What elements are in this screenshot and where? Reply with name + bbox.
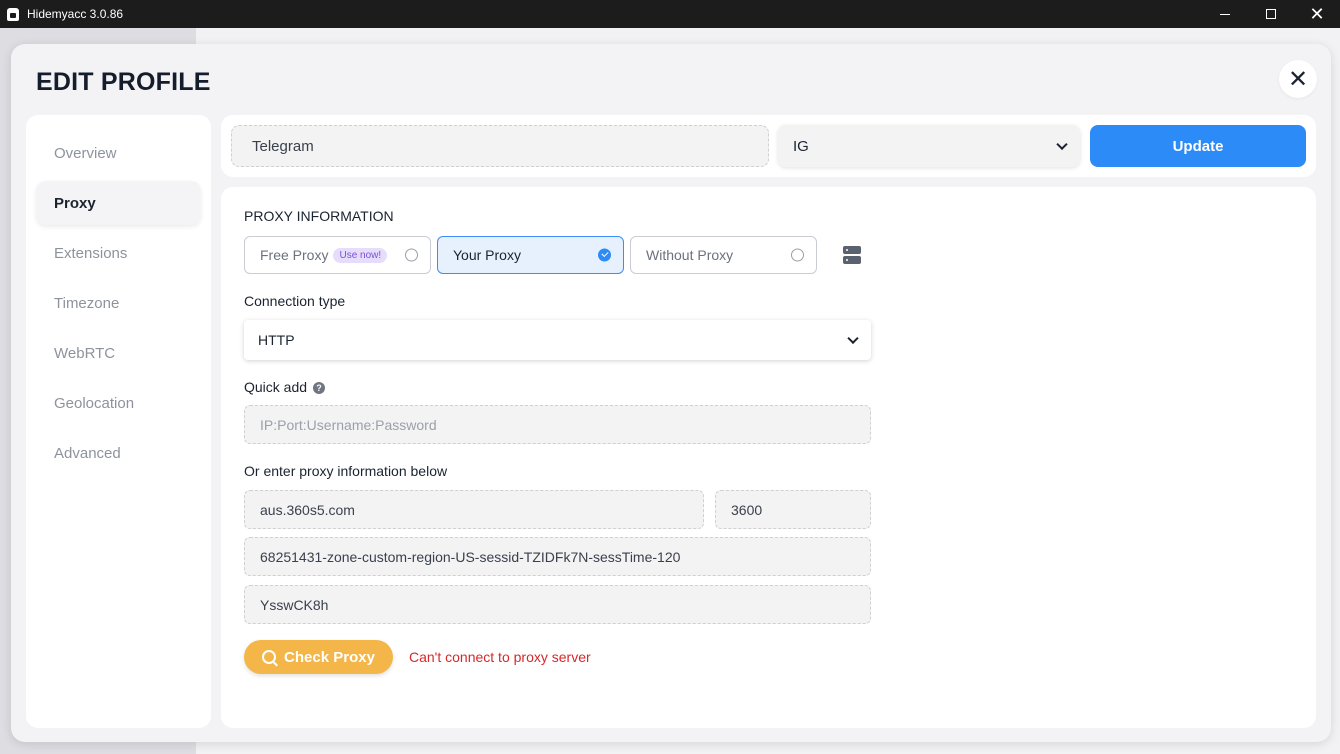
edit-profile-modal: EDIT PROFILE ✕ Overview Proxy Extensions… <box>11 44 1331 742</box>
minimize-button[interactable] <box>1202 0 1248 28</box>
window-title: Hidemyacc 3.0.86 <box>27 7 124 21</box>
sidebar-item-label: Geolocation <box>54 394 135 412</box>
free-proxy-radio[interactable] <box>405 248 418 262</box>
profile-name-input[interactable]: Telegram <box>231 125 769 167</box>
proxy-error-message: Can't connect to proxy server <box>409 649 591 665</box>
app-lock-icon <box>7 7 19 21</box>
sidebar-item-label: WebRTC <box>54 344 116 362</box>
window-close-icon: ✕ <box>1309 4 1325 24</box>
sidebar-item-webrtc[interactable]: WebRTC <box>36 331 201 375</box>
chevron-down-icon <box>1056 138 1068 151</box>
profile-sidebar: Overview Proxy Extensions Timezone WebRT… <box>26 115 211 728</box>
server-list-icon[interactable] <box>843 246 861 264</box>
connection-type-select[interactable]: HTTP <box>244 320 871 360</box>
modal-title: EDIT PROFILE <box>36 68 211 96</box>
proxy-host-input[interactable]: aus.360s5.com <box>244 490 704 529</box>
your-proxy-label: Your Proxy <box>453 247 521 263</box>
proxy-port-input[interactable]: 3600 <box>715 490 871 529</box>
group-select[interactable]: IG <box>778 125 1080 167</box>
free-proxy-label: Free Proxy <box>260 247 329 263</box>
sidebar-item-label: Timezone <box>54 294 120 312</box>
maximize-icon <box>1266 9 1276 19</box>
proxy-username-input[interactable]: 68251431-zone-custom-region-US-sessid-TZ… <box>244 537 871 576</box>
modal-close-button[interactable]: ✕ <box>1279 60 1317 98</box>
sidebar-item-label: Extensions <box>54 244 128 262</box>
proxy-panel: PROXY INFORMATION Free Proxy Use now! Yo… <box>221 187 1316 728</box>
window-titlebar: Hidemyacc 3.0.86 ✕ <box>0 0 1340 28</box>
sidebar-item-proxy[interactable]: Proxy <box>36 181 201 225</box>
update-button-label: Update <box>1172 137 1224 155</box>
quick-add-input[interactable]: IP:Port:Username:Password <box>244 405 871 444</box>
window-controls: ✕ <box>1202 0 1340 28</box>
quick-add-placeholder: IP:Port:Username:Password <box>260 416 437 433</box>
sidebar-item-extensions[interactable]: Extensions <box>36 231 201 275</box>
proxy-username-value: 68251431-zone-custom-region-US-sessid-TZ… <box>260 548 681 565</box>
sidebar-item-timezone[interactable]: Timezone <box>36 281 201 325</box>
check-proxy-button[interactable]: Check Proxy <box>244 640 393 674</box>
proxy-password-input[interactable]: YsswCK8h <box>244 585 871 624</box>
sidebar-item-geolocation[interactable]: Geolocation <box>36 381 201 425</box>
your-proxy-option[interactable]: Your Proxy <box>437 236 624 274</box>
without-proxy-label: Without Proxy <box>646 247 734 263</box>
proxy-port-value: 3600 <box>731 501 763 518</box>
window-close-button[interactable]: ✕ <box>1294 0 1340 28</box>
quick-add-text: Quick add <box>244 379 308 395</box>
connection-type-value: HTTP <box>258 332 295 348</box>
your-proxy-radio-checked[interactable] <box>598 248 611 262</box>
manual-entry-label: Or enter proxy information below <box>244 463 448 479</box>
sidebar-item-advanced[interactable]: Advanced <box>36 431 201 475</box>
sidebar-item-label: Advanced <box>54 444 121 462</box>
server-rack-top <box>843 246 861 254</box>
profile-topbar: Telegram IG Update <box>221 115 1316 177</box>
group-select-value: IG <box>793 137 809 155</box>
close-icon: ✕ <box>1287 65 1309 93</box>
sidebar-item-overview[interactable]: Overview <box>36 131 201 175</box>
proxy-section-title: PROXY INFORMATION <box>244 208 394 224</box>
quick-add-label: Quick add? <box>244 379 326 395</box>
proxy-password-value: YsswCK8h <box>260 596 329 613</box>
update-button[interactable]: Update <box>1090 125 1306 167</box>
free-proxy-option[interactable]: Free Proxy Use now! <box>244 236 431 274</box>
server-rack-bottom <box>843 256 861 264</box>
connection-type-label: Connection type <box>244 293 346 309</box>
chevron-down-icon <box>847 332 859 345</box>
without-proxy-option[interactable]: Without Proxy <box>630 236 817 274</box>
profile-name-value: Telegram <box>252 137 314 155</box>
proxy-host-value: aus.360s5.com <box>260 501 355 518</box>
sidebar-item-label: Proxy <box>54 194 96 212</box>
check-proxy-label: Check Proxy <box>284 648 375 666</box>
maximize-button[interactable] <box>1248 0 1294 28</box>
sidebar-item-label: Overview <box>54 144 117 162</box>
without-proxy-radio[interactable] <box>791 248 804 262</box>
help-icon[interactable]: ? <box>313 382 326 395</box>
use-now-badge: Use now! <box>333 247 388 263</box>
search-icon <box>262 650 277 664</box>
minimize-icon <box>1220 13 1230 15</box>
